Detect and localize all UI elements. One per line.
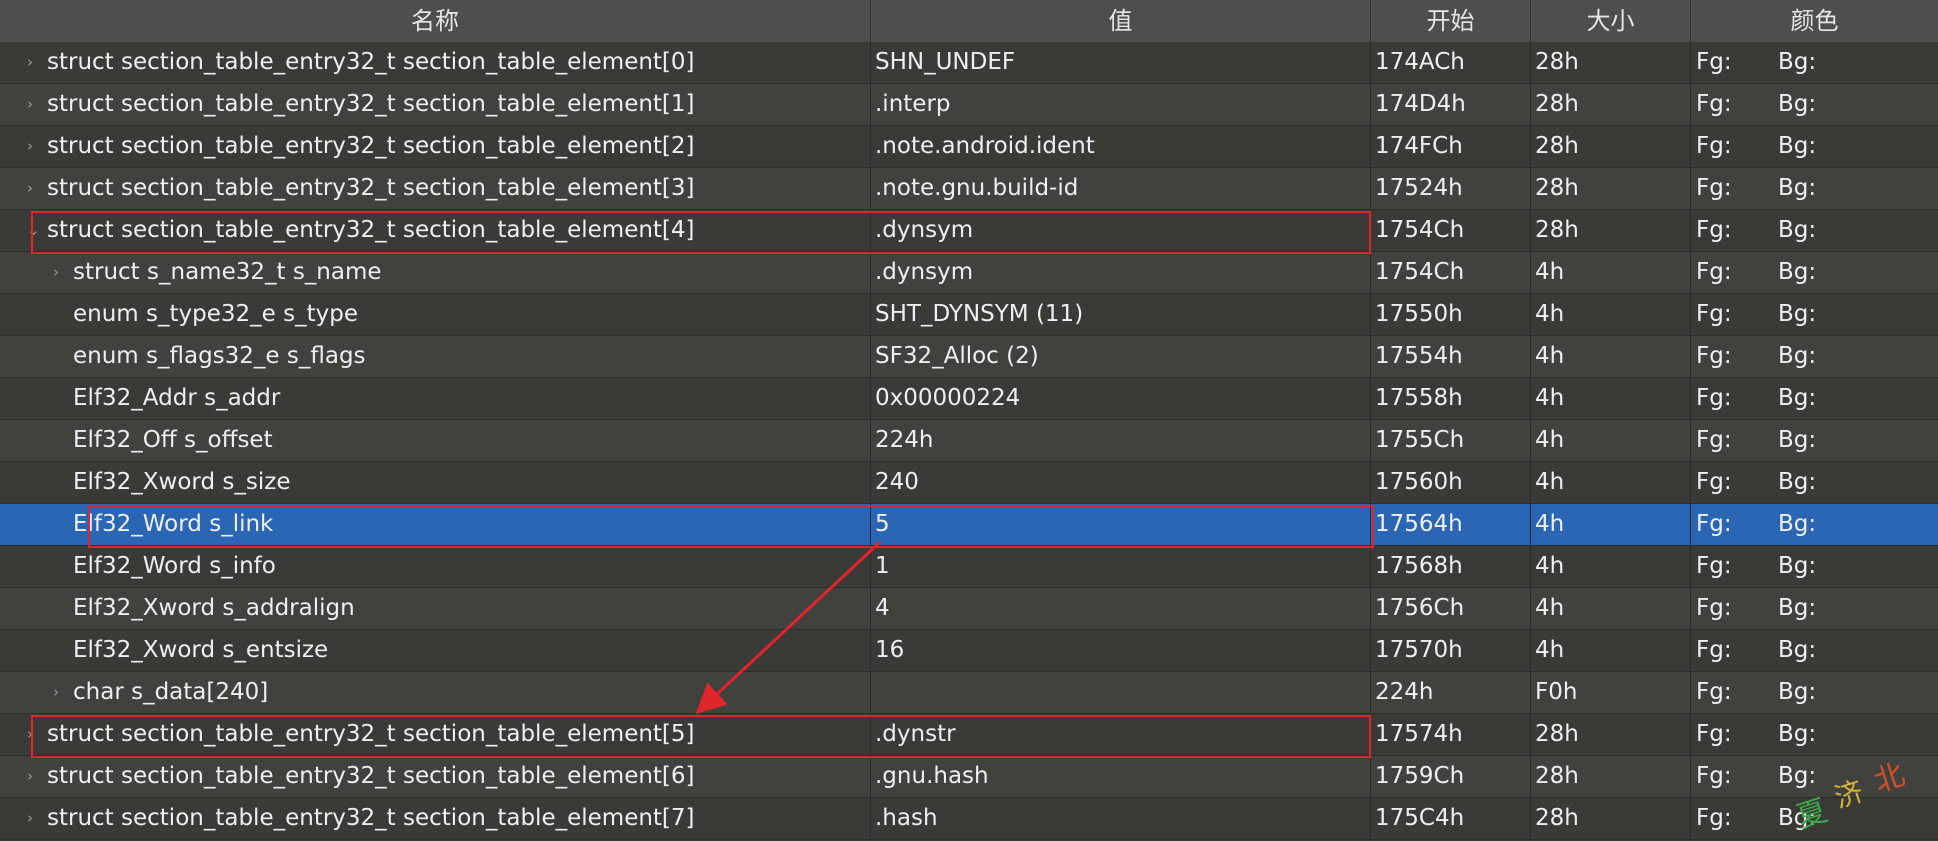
template-results-table: 名称 值 开始 大小 颜色 › struct section_table_entr… bbox=[0, 0, 1938, 841]
watermark-logo: 夏 济 北 bbox=[1792, 757, 1909, 836]
svg-text:夏: 夏 bbox=[1792, 793, 1831, 836]
svg-text:北: 北 bbox=[1870, 757, 1909, 800]
svg-text:济: 济 bbox=[1831, 775, 1868, 815]
arrow-line bbox=[695, 540, 882, 715]
annotation-arrow bbox=[695, 540, 882, 715]
